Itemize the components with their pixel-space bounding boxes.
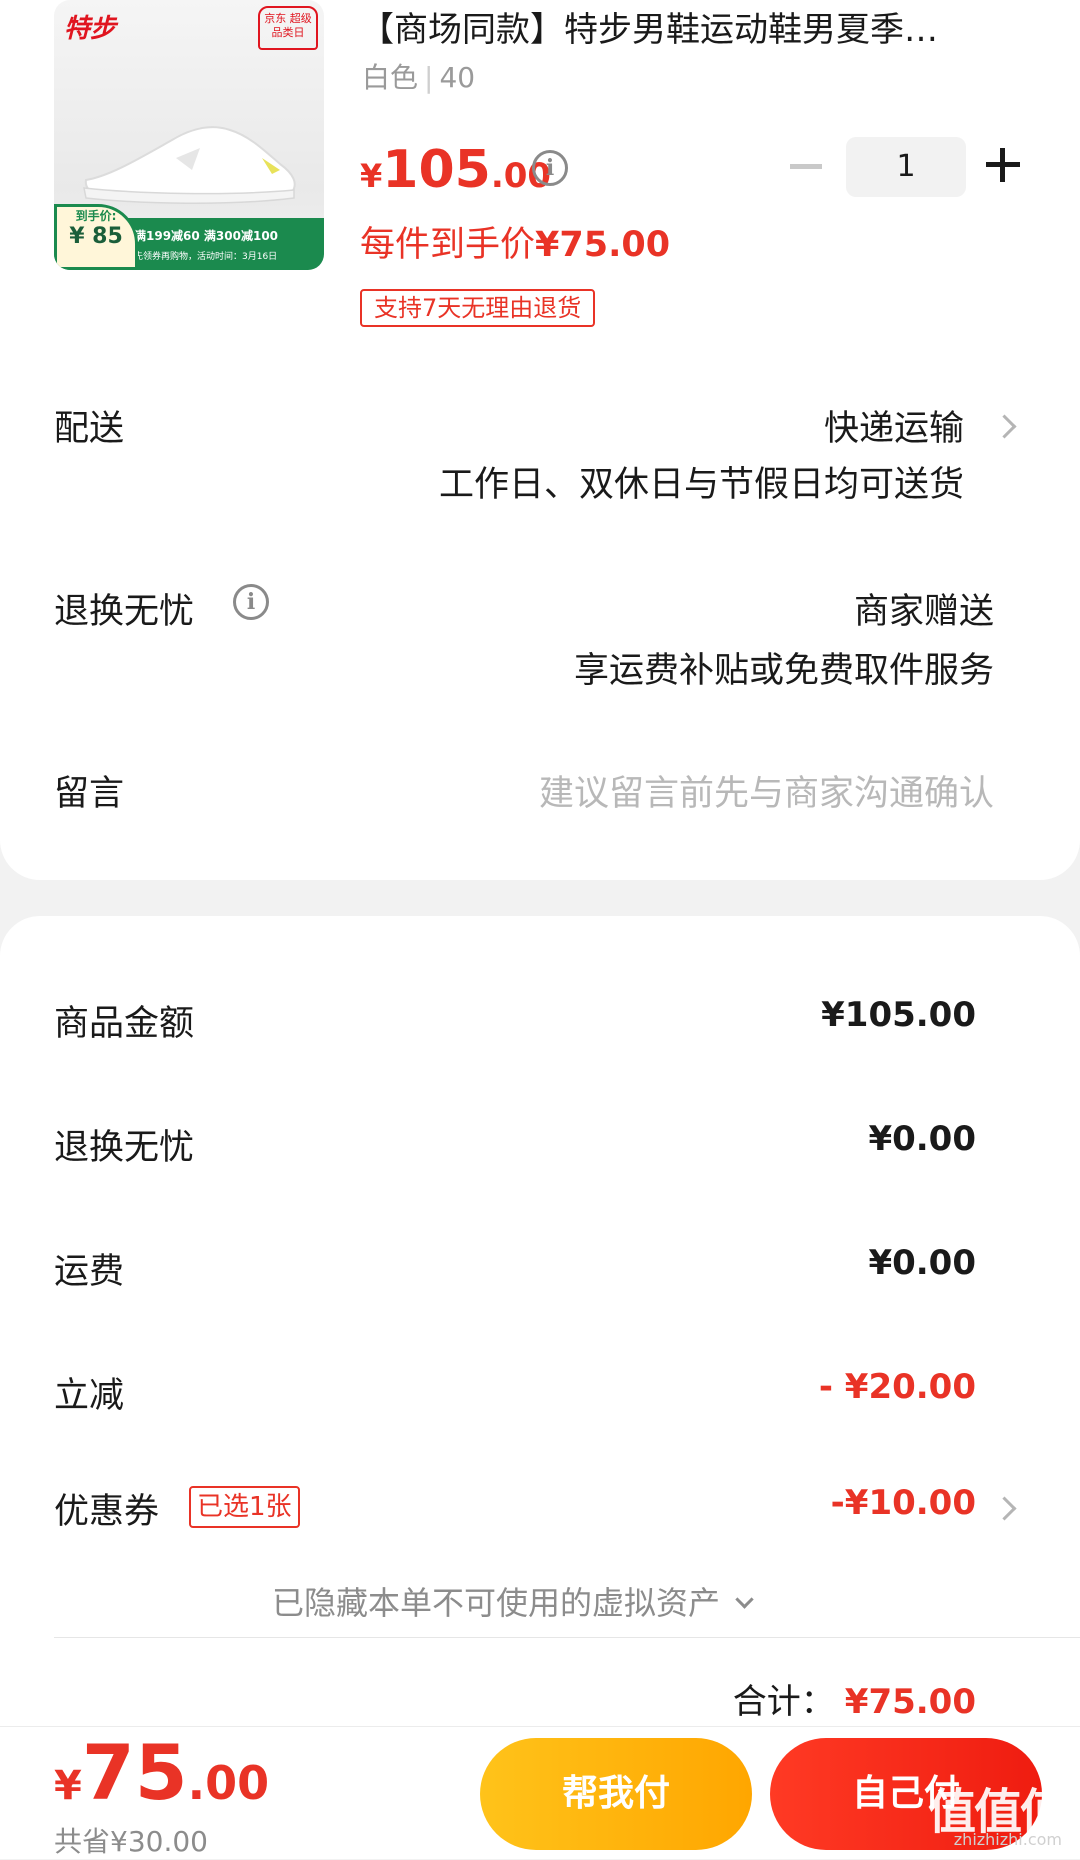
payable-currency: ¥ (54, 1763, 82, 1809)
message-label: 留言 (54, 774, 125, 814)
instant-discount-label: 立减 (54, 1376, 125, 1416)
minus-icon[interactable] (790, 164, 822, 169)
worry-free-info-icon[interactable]: i (233, 584, 269, 620)
product-image[interactable]: 特步 京东 超级品类日 满199减60 满300减100 先领券再购物，活动时间… (54, 0, 324, 270)
quantity-input[interactable]: 1 (846, 137, 966, 197)
shipping-label: 运费 (54, 1252, 125, 1292)
payable-integer: 75 (81, 1728, 188, 1817)
instant-discount-value: - ¥20.00 (818, 1367, 976, 1407)
return-policy-badge: 支持7天无理由退货 (360, 289, 596, 327)
price-info-icon[interactable]: i (532, 150, 568, 186)
site-watermark-url: zhizhizhi.com (953, 1830, 1062, 1849)
per-unit-price: 每件到手价¥75.00 (360, 216, 670, 267)
hidden-assets-toggle[interactable]: 已隐藏本单不可使用的虚拟资产 (272, 1578, 754, 1624)
arrive-price-value: ¥ 85 (69, 224, 123, 249)
hidden-assets-text: 已隐藏本单不可使用的虚拟资产 (272, 1584, 721, 1622)
delivery-label: 配送 (54, 409, 125, 449)
chevron-down-icon (735, 1590, 754, 1609)
coupon-label: 优惠券 (54, 1492, 160, 1532)
coupon-selected-tag: 已选1张 (189, 1486, 300, 1528)
per-unit-value: ¥75.00 (535, 225, 671, 265)
promo-seal: 京东 超级品类日 (258, 6, 318, 50)
delivery-note: 工作日、双休日与节假日均可送货 (438, 465, 964, 505)
worry-free-note: 享运费补贴或免费取件服务 (573, 651, 994, 691)
payable-decimal: .00 (187, 1756, 270, 1810)
goods-amount-label: 商品金额 (54, 1004, 195, 1044)
worry-free-value: 商家赠送 (853, 592, 994, 632)
product-spec[interactable]: 白色 | 40 (362, 56, 475, 96)
product-title[interactable]: 【商场同款】特步男鞋运动鞋男夏季… (360, 2, 1040, 51)
coupon-value[interactable]: -¥10.00 (831, 1483, 976, 1523)
brand-logo: 特步 (64, 13, 117, 43)
total-label: 合计： (732, 1682, 835, 1722)
per-unit-label: 每件到手价 (360, 225, 536, 265)
worry-fee-label: 退换无忧 (54, 1128, 195, 1168)
delivery-method[interactable]: 快递运输 (824, 400, 964, 451)
price-integer: 105 (382, 140, 491, 200)
spec-separator: | (424, 61, 434, 94)
arrive-price-badge: 到手价: ¥ 85 (54, 204, 138, 270)
price-currency: ¥ (360, 157, 383, 195)
arrive-price-label: 到手价: (75, 209, 117, 223)
promo-band-text: 满199减60 满300减100 (134, 229, 279, 243)
shipping-value: ¥0.00 (868, 1243, 976, 1283)
plus-icon[interactable] (986, 148, 1020, 182)
payable-amount: ¥75.00 (54, 1728, 269, 1817)
spec-size: 40 (439, 61, 476, 94)
unit-price: ¥105.00 (360, 140, 551, 200)
sneaker-image (83, 126, 296, 205)
total-saved: 共省¥30.00 (54, 1825, 208, 1858)
help-me-pay-button[interactable]: 帮我付 (480, 1738, 752, 1850)
worry-fee-value: ¥0.00 (868, 1119, 976, 1159)
goods-amount-value: ¥105.00 (821, 995, 976, 1035)
spec-color: 白色 (362, 61, 419, 94)
worry-free-label: 退换无忧 (54, 592, 195, 632)
promo-band-subtext: 先领券再购物，活动时间：3月16日 (134, 252, 278, 262)
total-value: ¥75.00 (844, 1682, 976, 1722)
summary-divider (54, 1637, 1080, 1638)
order-total: 合计： ¥75.00 (733, 1674, 976, 1723)
message-input[interactable]: 建议留言前先与商家沟通确认 (539, 765, 994, 816)
